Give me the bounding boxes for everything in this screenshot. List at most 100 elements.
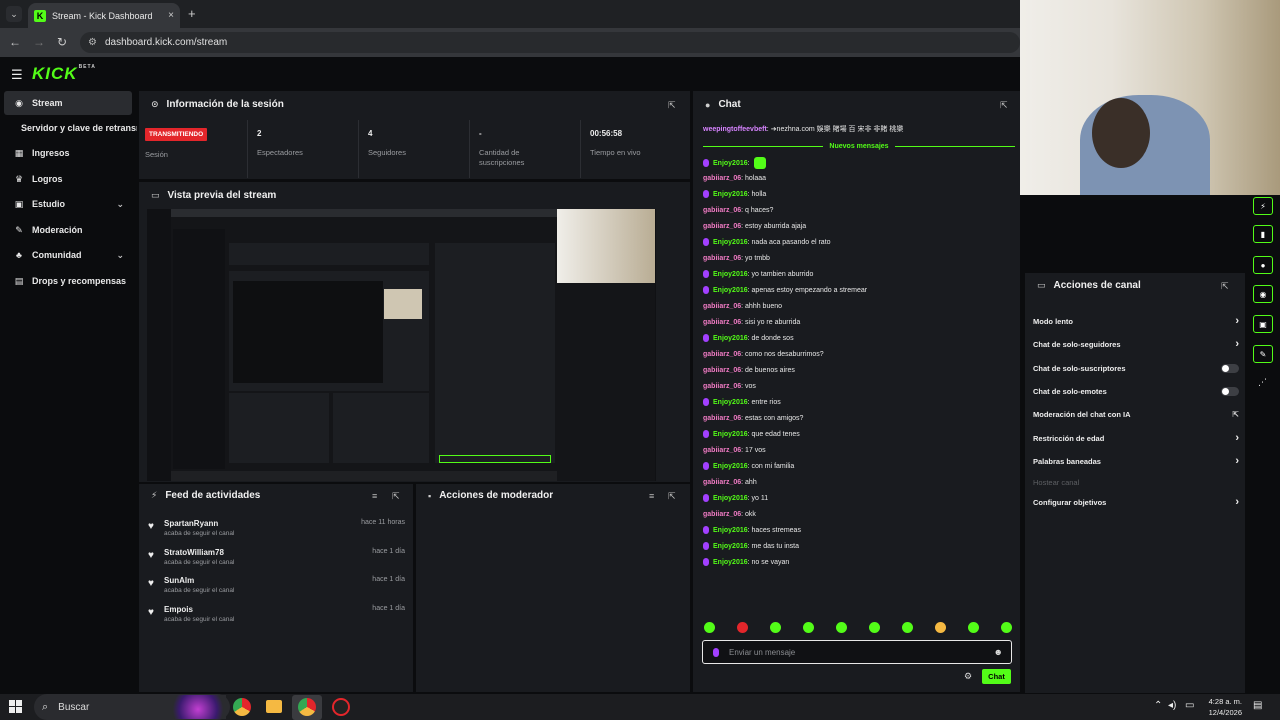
feed-user[interactable]: SunAlm: [164, 576, 194, 585]
send-chat-button[interactable]: Chat: [982, 669, 1011, 684]
site-info-icon[interactable]: ⚙: [88, 37, 97, 48]
chat-username[interactable]: gabiiarz_06: [703, 479, 741, 486]
emote-icon[interactable]: [869, 622, 880, 633]
feed-user[interactable]: SpartanRyann: [164, 519, 218, 528]
chat-username[interactable]: gabiiarz_06: [703, 511, 741, 518]
channel-action-item[interactable]: Chat de solo-suscriptores: [1033, 360, 1239, 376]
forward-button[interactable]: →: [33, 35, 45, 49]
channel-action-item[interactable]: Configurar objetivos ›: [1033, 494, 1239, 510]
channel-action-item[interactable]: Palabras baneadas ›: [1033, 453, 1239, 469]
chat-username[interactable]: gabiiarz_06: [703, 303, 741, 310]
chat-input[interactable]: Enviar un mensaje ☻: [702, 640, 1012, 664]
emote-icon[interactable]: [803, 622, 814, 633]
sidebar-item-drops[interactable]: ▤ Drops y recompensas: [4, 269, 132, 293]
feed-user[interactable]: StratoWilliam78: [164, 548, 224, 557]
new-tab-button[interactable]: +: [188, 6, 196, 21]
emote-icon[interactable]: [968, 622, 979, 633]
sidebar-item-estudio[interactable]: ▣ Estudio ⌄: [4, 192, 132, 216]
chat-username[interactable]: Enjoy2016: [713, 335, 748, 342]
chat-username[interactable]: Enjoy2016: [713, 191, 748, 198]
chat-username[interactable]: gabiiarz_06: [703, 319, 741, 326]
chat-username[interactable]: gabiiarz_06: [703, 207, 741, 214]
emote-icon[interactable]: [1001, 622, 1012, 633]
chat-username[interactable]: gabiiarz_06: [703, 351, 741, 358]
chat-username[interactable]: Enjoy2016: [713, 271, 748, 278]
kick-logo[interactable]: KICKBETA: [32, 64, 96, 84]
toggle-switch[interactable]: [1221, 386, 1239, 396]
quick-action-chat[interactable]: ●: [1253, 256, 1273, 274]
chat-username[interactable]: gabiiarz_06: [703, 255, 741, 262]
quick-action-share[interactable]: ⋰: [1258, 377, 1267, 388]
sidebar-item-server-key[interactable]: Servidor y clave de retransmisión: [4, 116, 137, 140]
tab-list-button[interactable]: ⌄: [6, 6, 22, 22]
chat-username[interactable]: Enjoy2016: [713, 527, 748, 534]
new-messages-divider[interactable]: Nuevos mensajes: [703, 141, 1015, 152]
sidebar-item-comunidad[interactable]: ♣ Comunidad ⌄: [4, 243, 132, 267]
emote-icon[interactable]: [836, 622, 847, 633]
file-explorer-icon[interactable]: [266, 700, 282, 713]
popout-icon[interactable]: ⇱: [668, 100, 676, 111]
network-icon[interactable]: ▭: [1185, 700, 1194, 711]
back-button[interactable]: ←: [9, 35, 21, 49]
windows-start-icon[interactable]: [9, 700, 22, 713]
chat-username[interactable]: gabiiarz_06: [703, 383, 741, 390]
popout-icon[interactable]: ⇱: [1000, 100, 1008, 111]
chat-username[interactable]: Enjoy2016: [713, 543, 748, 550]
filter-icon[interactable]: ≡: [372, 491, 377, 501]
obs-icon[interactable]: [332, 698, 350, 716]
menu-icon[interactable]: ☰: [11, 67, 23, 83]
popout-icon[interactable]: ⇱: [392, 491, 400, 502]
tray-chevron-icon[interactable]: ⌃: [1154, 700, 1162, 711]
sidebar-item-ingresos[interactable]: ▦ Ingresos: [4, 141, 132, 165]
chrome-active-icon[interactable]: [298, 698, 316, 716]
channel-action-item[interactable]: Moderación del chat con IA ⇱: [1033, 406, 1239, 422]
filter-icon[interactable]: ≡: [649, 491, 654, 501]
quick-action-wrench[interactable]: ✎: [1253, 345, 1273, 363]
notifications-icon[interactable]: ▤: [1253, 700, 1262, 711]
volume-icon[interactable]: ◂): [1168, 700, 1176, 711]
chat-username[interactable]: Enjoy2016: [713, 495, 748, 502]
tab-close-button[interactable]: ×: [168, 10, 174, 21]
quick-action-note[interactable]: ▮: [1253, 225, 1273, 243]
feed-user[interactable]: Empois: [164, 605, 193, 614]
popout-icon[interactable]: ⇱: [668, 491, 676, 502]
sidebar-item-logros[interactable]: ♛ Logros: [4, 167, 132, 191]
emote-icon[interactable]: [935, 622, 946, 633]
chat-username[interactable]: gabiiarz_06: [703, 223, 741, 230]
reload-button[interactable]: ↻: [57, 35, 67, 49]
chat-username[interactable]: Enjoy2016: [713, 559, 748, 566]
chat-username[interactable]: gabiiarz_06: [703, 415, 741, 422]
chat-username[interactable]: weepingtoffeevbeft: [703, 126, 767, 133]
emote-icon[interactable]: [770, 622, 781, 633]
chrome-icon[interactable]: [233, 698, 251, 716]
sidebar-item-moderacion[interactable]: ✎ Moderación: [4, 218, 132, 242]
quick-action-tv[interactable]: ▣: [1253, 315, 1273, 333]
emoji-icon[interactable]: ☻: [994, 647, 1003, 657]
chat-username[interactable]: Enjoy2016: [713, 287, 748, 294]
toggle-switch[interactable]: [1221, 363, 1239, 373]
browser-tab[interactable]: K Stream - Kick Dashboard ×: [28, 3, 180, 28]
quick-action-broadcast[interactable]: ◉: [1253, 285, 1273, 303]
quick-action-bolt[interactable]: ⚡: [1253, 197, 1273, 215]
emote-icon[interactable]: [902, 622, 913, 633]
chat-username[interactable]: Enjoy2016: [713, 399, 748, 406]
channel-action-item[interactable]: Chat de solo-seguidores ›: [1033, 336, 1239, 352]
url-field[interactable]: ⚙ dashboard.kick.com/stream: [80, 32, 1020, 53]
emote-icon[interactable]: [737, 622, 748, 633]
channel-action-item[interactable]: Restricción de edad ›: [1033, 430, 1239, 446]
chat-username[interactable]: Enjoy2016: [713, 431, 748, 438]
chat-settings-icon[interactable]: ⚙: [964, 671, 972, 682]
chat-username[interactable]: Enjoy2016: [713, 239, 748, 246]
chat-username[interactable]: gabiiarz_06: [703, 175, 741, 182]
popout-icon[interactable]: ⇱: [1221, 281, 1229, 292]
channel-action-item[interactable]: Modo lento ›: [1033, 313, 1239, 329]
chat-username[interactable]: gabiiarz_06: [703, 447, 741, 454]
chat-username[interactable]: Enjoy2016: [713, 160, 748, 167]
clock[interactable]: 4:28 a. m. 12/4/2026: [1196, 696, 1242, 718]
emote-icon[interactable]: [704, 622, 715, 633]
chat-username[interactable]: gabiiarz_06: [703, 367, 741, 374]
sidebar-item-stream[interactable]: ◉ Stream: [4, 91, 132, 115]
chat-username[interactable]: Enjoy2016: [713, 463, 748, 470]
stream-preview-video[interactable]: [147, 209, 656, 481]
channel-action-item[interactable]: Chat de solo-emotes: [1033, 383, 1239, 399]
